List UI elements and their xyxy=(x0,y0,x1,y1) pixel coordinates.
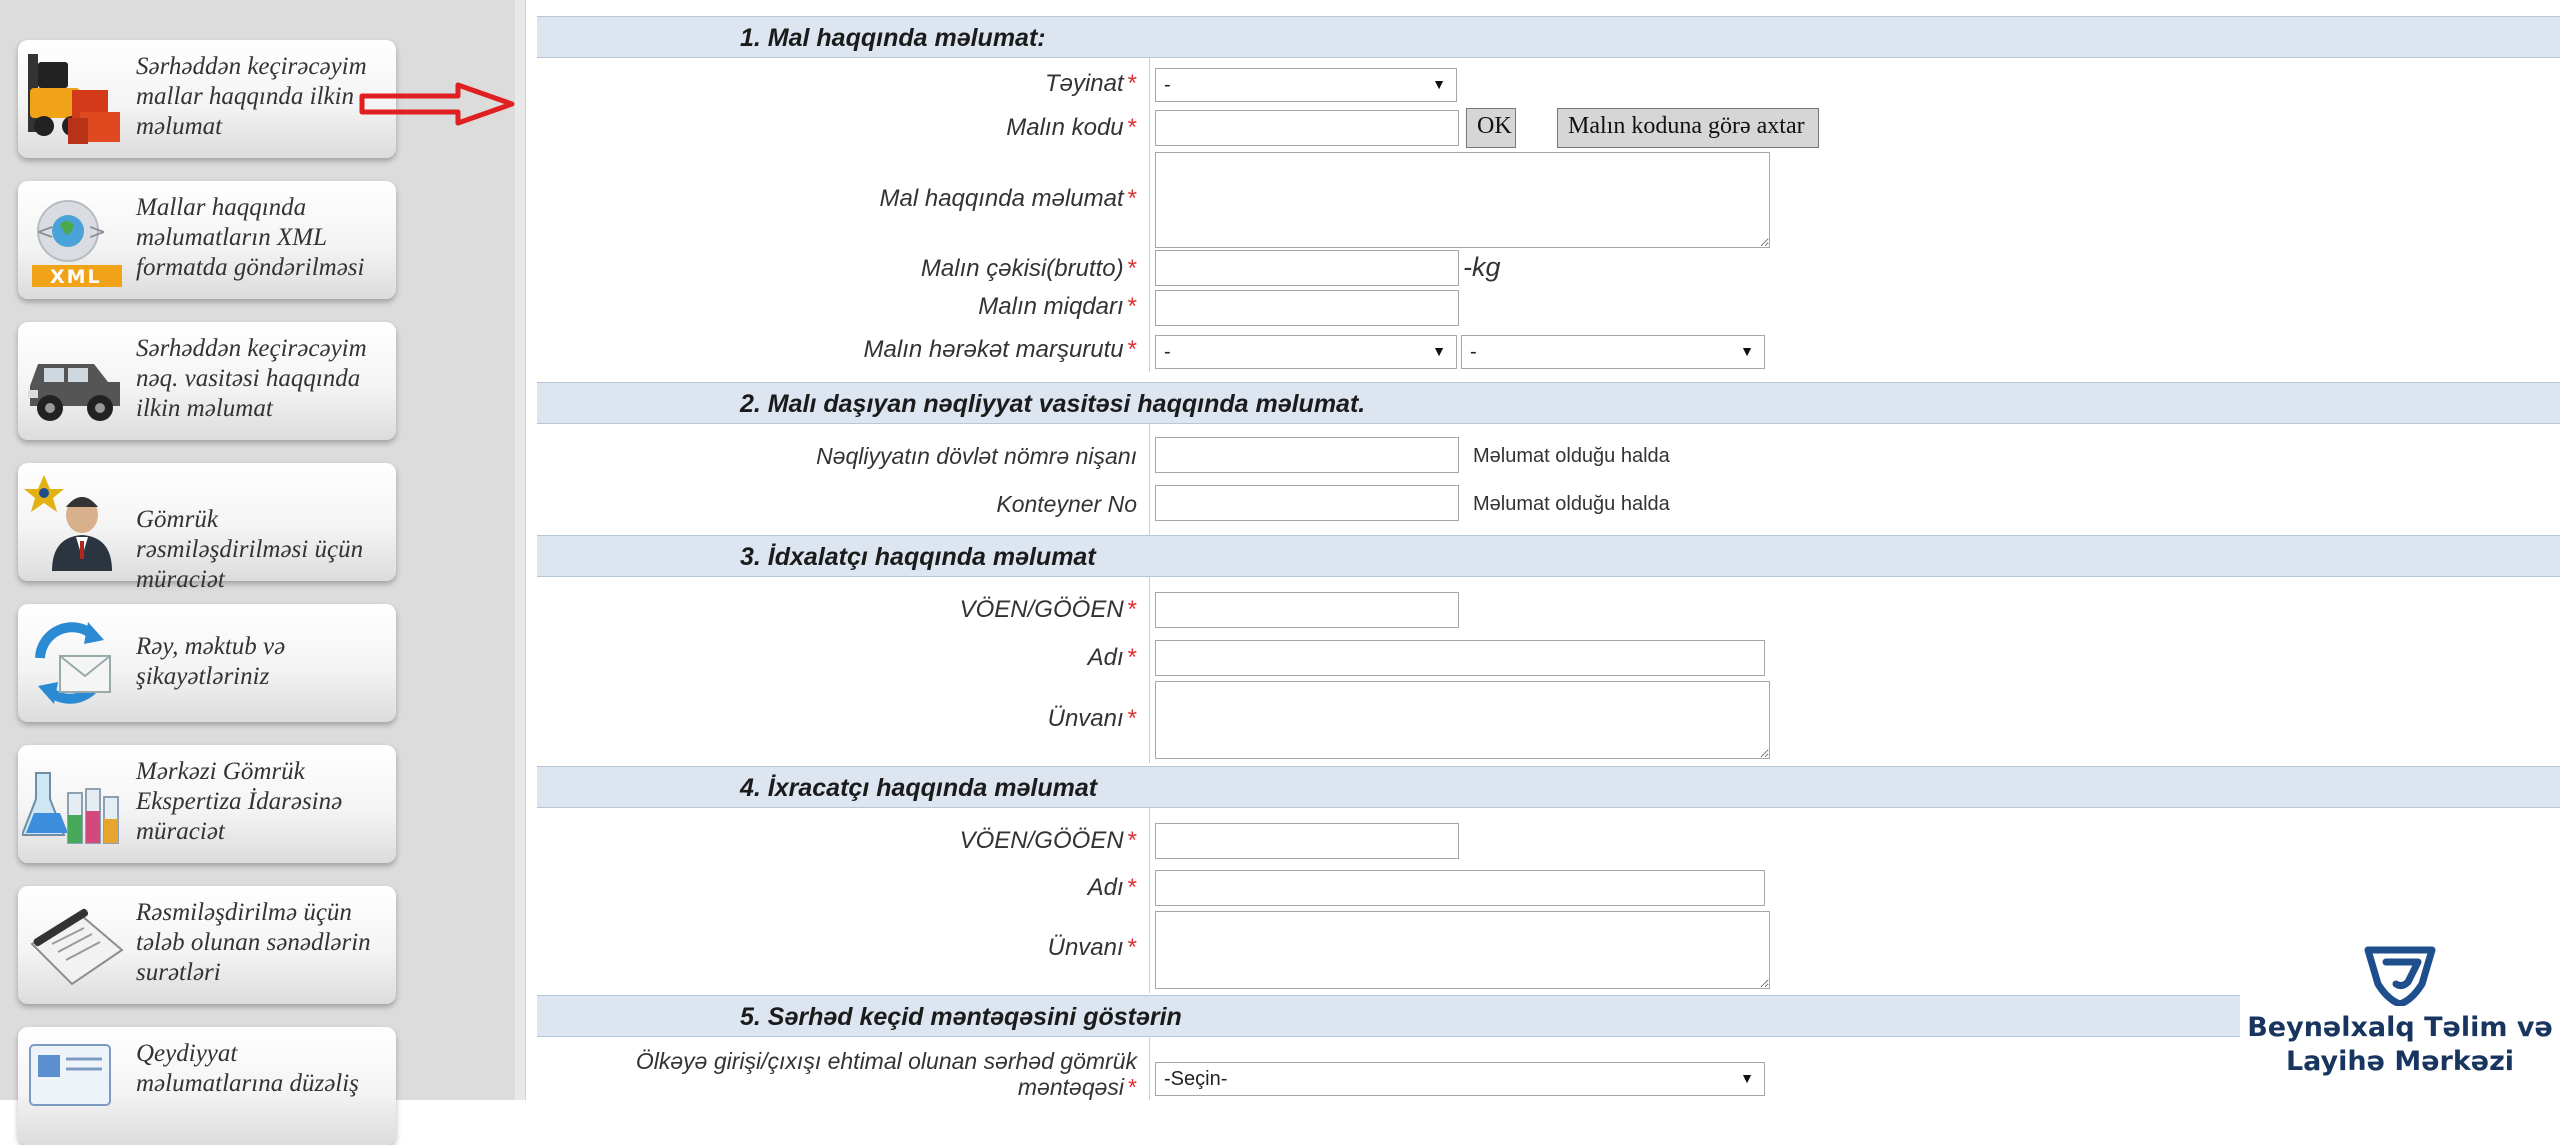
goods-info-label: Mal haqqında məlumat * xyxy=(879,185,1137,212)
plate-number-note: Məlumat olduğu halda xyxy=(1473,445,1670,467)
route-to-select[interactable]: - ▼ xyxy=(1461,335,1765,369)
goods-declaration-form: 1. Mal haqqında məlumat: Təyinat * - ▼ Mal… xyxy=(537,0,2560,1100)
quantity-input[interactable] xyxy=(1155,290,1459,326)
sidebar-item-label: Rəsmiləşdirilmə üçün tələb olunan sənədl… xyxy=(136,899,371,986)
xml-globe-icon: < > XML xyxy=(22,189,130,289)
gross-weight-input[interactable] xyxy=(1155,250,1459,286)
sidebar-item-label: Sərhəddən keçirəcəyim nəq. vasitəsi haqq… xyxy=(136,335,367,422)
section-header-vehicle: 2. Malı daşıyan nəqliyyat vasitəsi haqqı… xyxy=(537,382,2560,424)
chevron-down-icon: ▼ xyxy=(1432,76,1446,92)
quantity-label: Malın miqdarı * xyxy=(978,293,1137,320)
purpose-select[interactable]: - ▼ xyxy=(1155,68,1457,102)
column-divider xyxy=(1149,423,1150,540)
shield-logo-icon xyxy=(2364,946,2436,1008)
sidebar-item-goods-preliminary-info[interactable]: Sərhəddən keçirəcəyim mallar haqqında il… xyxy=(18,40,396,158)
sidebar-item-feedback[interactable]: Rəy, məktub və şikayətləriniz xyxy=(18,604,396,722)
container-number-input[interactable] xyxy=(1155,485,1459,521)
goods-code-input[interactable] xyxy=(1155,110,1459,146)
border-point-label: Ölkəyə girişi/çıxışı ehtimal olunan sərh… xyxy=(635,1048,1137,1100)
sidebar-item-label: Rəy, məktub və şikayətləriniz xyxy=(136,633,286,690)
column-divider xyxy=(1149,57,1150,372)
sidebar: Sərhəddən keçirəcəyim mallar haqqında il… xyxy=(0,0,516,1145)
container-number-note: Məlumat olduğu halda xyxy=(1473,493,1670,515)
chevron-down-icon: ▼ xyxy=(1740,1070,1754,1086)
goods-info-textarea[interactable] xyxy=(1155,152,1770,248)
svg-text:>: > xyxy=(88,220,106,245)
importer-address-textarea[interactable] xyxy=(1155,681,1770,759)
column-divider xyxy=(1149,1036,1150,1100)
laboratory-icon xyxy=(20,753,130,853)
section-title: 5. Sərhəd keçid məntəqəsini göstərin xyxy=(740,1003,1182,1031)
logo-line-1: Beynəlxalq Təlim və xyxy=(2247,1012,2553,1043)
section-title: 2. Malı daşıyan nəqliyyat vasitəsi haqqı… xyxy=(740,390,1366,418)
customs-officer-icon xyxy=(22,471,130,571)
forklift-cargo-icon xyxy=(22,48,130,148)
training-center-logo: Beynəlxalq Təlim və Layihə Mərkəzi xyxy=(2240,942,2560,1100)
red-arrow-icon xyxy=(359,82,515,126)
exporter-address-label: Ünvanı * xyxy=(1047,934,1137,961)
registration-edit-icon xyxy=(22,1035,130,1135)
sidebar-item-customs-application[interactable]: Gömrük rəsmiləşdirilməsi üçün müraciət xyxy=(18,463,396,593)
importer-name-label: Adı * xyxy=(1087,644,1137,671)
sidebar-item-label: Qeydiyyat məlumatlarına düzəliş xyxy=(136,1040,359,1097)
goods-code-label: Malın kodu * xyxy=(1006,114,1137,141)
chevron-down-icon: ▼ xyxy=(1432,343,1446,359)
purpose-label: Təyinat * xyxy=(1044,70,1137,97)
exporter-name-input[interactable] xyxy=(1155,870,1765,906)
section-title: 4. İxracatçı haqqında məlumat xyxy=(740,774,1098,802)
sidebar-item-label: Mərkəzi Gömrük Ekspertiza İdarəsinə müra… xyxy=(136,758,343,845)
sidebar-item-xml-submission[interactable]: < > XML Mallar haqqında məlumatların XML… xyxy=(18,181,396,299)
chevron-down-icon: ▼ xyxy=(1740,343,1754,359)
xml-badge: XML xyxy=(50,266,102,288)
plate-number-input[interactable] xyxy=(1155,437,1459,473)
route-label: Malın hərəkət marşurutu * xyxy=(863,336,1137,363)
exporter-tin-input[interactable] xyxy=(1155,823,1459,859)
column-divider xyxy=(1149,807,1150,993)
importer-name-input[interactable] xyxy=(1155,640,1765,676)
sidebar-item-expertise[interactable]: Mərkəzi Gömrük Ekspertiza İdarəsinə müra… xyxy=(18,745,396,863)
route-from-select[interactable]: - ▼ xyxy=(1155,335,1457,369)
border-point-select[interactable]: -Seçin- ▼ xyxy=(1155,1062,1765,1096)
gross-weight-label: Malın çəkisi(brutto) * xyxy=(920,255,1137,282)
sidebar-item-label: Gömrük rəsmiləşdirilməsi üçün müraciət xyxy=(136,506,364,593)
sidebar-item-label: Sərhəddən keçirəcəyim mallar haqqında il… xyxy=(136,53,367,140)
importer-tin-input[interactable] xyxy=(1155,592,1459,628)
sidebar-item-label: Mallar haqqında məlumatların XML formatd… xyxy=(136,194,365,281)
importer-tin-label: VÖEN/GÖÖEN * xyxy=(959,596,1137,623)
jeep-icon xyxy=(22,330,130,430)
container-number-label: Konteyner No xyxy=(996,491,1137,517)
plate-number-label: Nəqliyyatın dövlət nömrə nişanı xyxy=(816,443,1137,469)
search-by-code-button[interactable]: Malın koduna görə axtar xyxy=(1557,108,1819,148)
sidebar-item-vehicle-preliminary-info[interactable]: Sərhəddən keçirəcəyim nəq. vasitəsi haqq… xyxy=(18,322,396,440)
sidebar-item-document-copies[interactable]: Rəsmiləşdirilmə üçün tələb olunan sənədl… xyxy=(18,886,396,1004)
exporter-name-label: Adı * xyxy=(1087,874,1137,901)
importer-address-label: Ünvanı * xyxy=(1047,705,1137,732)
logo-line-2: Layihə Mərkəzi xyxy=(2285,1046,2515,1077)
mail-feedback-icon xyxy=(22,612,130,712)
sidebar-item-registration-edit[interactable]: Qeydiyyat məlumatlarına düzəliş xyxy=(18,1027,396,1145)
section-header-goods: 1. Mal haqqında məlumat: xyxy=(537,16,2560,58)
documents-pen-icon xyxy=(22,894,130,994)
section-header-importer: 3. İdxalatçı haqqında məlumat xyxy=(537,535,2560,577)
exporter-address-textarea[interactable] xyxy=(1155,911,1770,989)
section-title: 1. Mal haqqında məlumat: xyxy=(740,24,1046,52)
content-divider xyxy=(515,0,526,1100)
section-title: 3. İdxalatçı haqqında məlumat xyxy=(740,543,1096,571)
svg-text:<: < xyxy=(36,220,54,245)
column-divider xyxy=(1149,576,1150,763)
ok-button[interactable]: OK xyxy=(1466,108,1516,148)
exporter-tin-label: VÖEN/GÖÖEN * xyxy=(959,827,1137,854)
section-header-exporter: 4. İxracatçı haqqında məlumat xyxy=(537,766,2560,808)
weight-unit: -kg xyxy=(1463,252,1501,282)
